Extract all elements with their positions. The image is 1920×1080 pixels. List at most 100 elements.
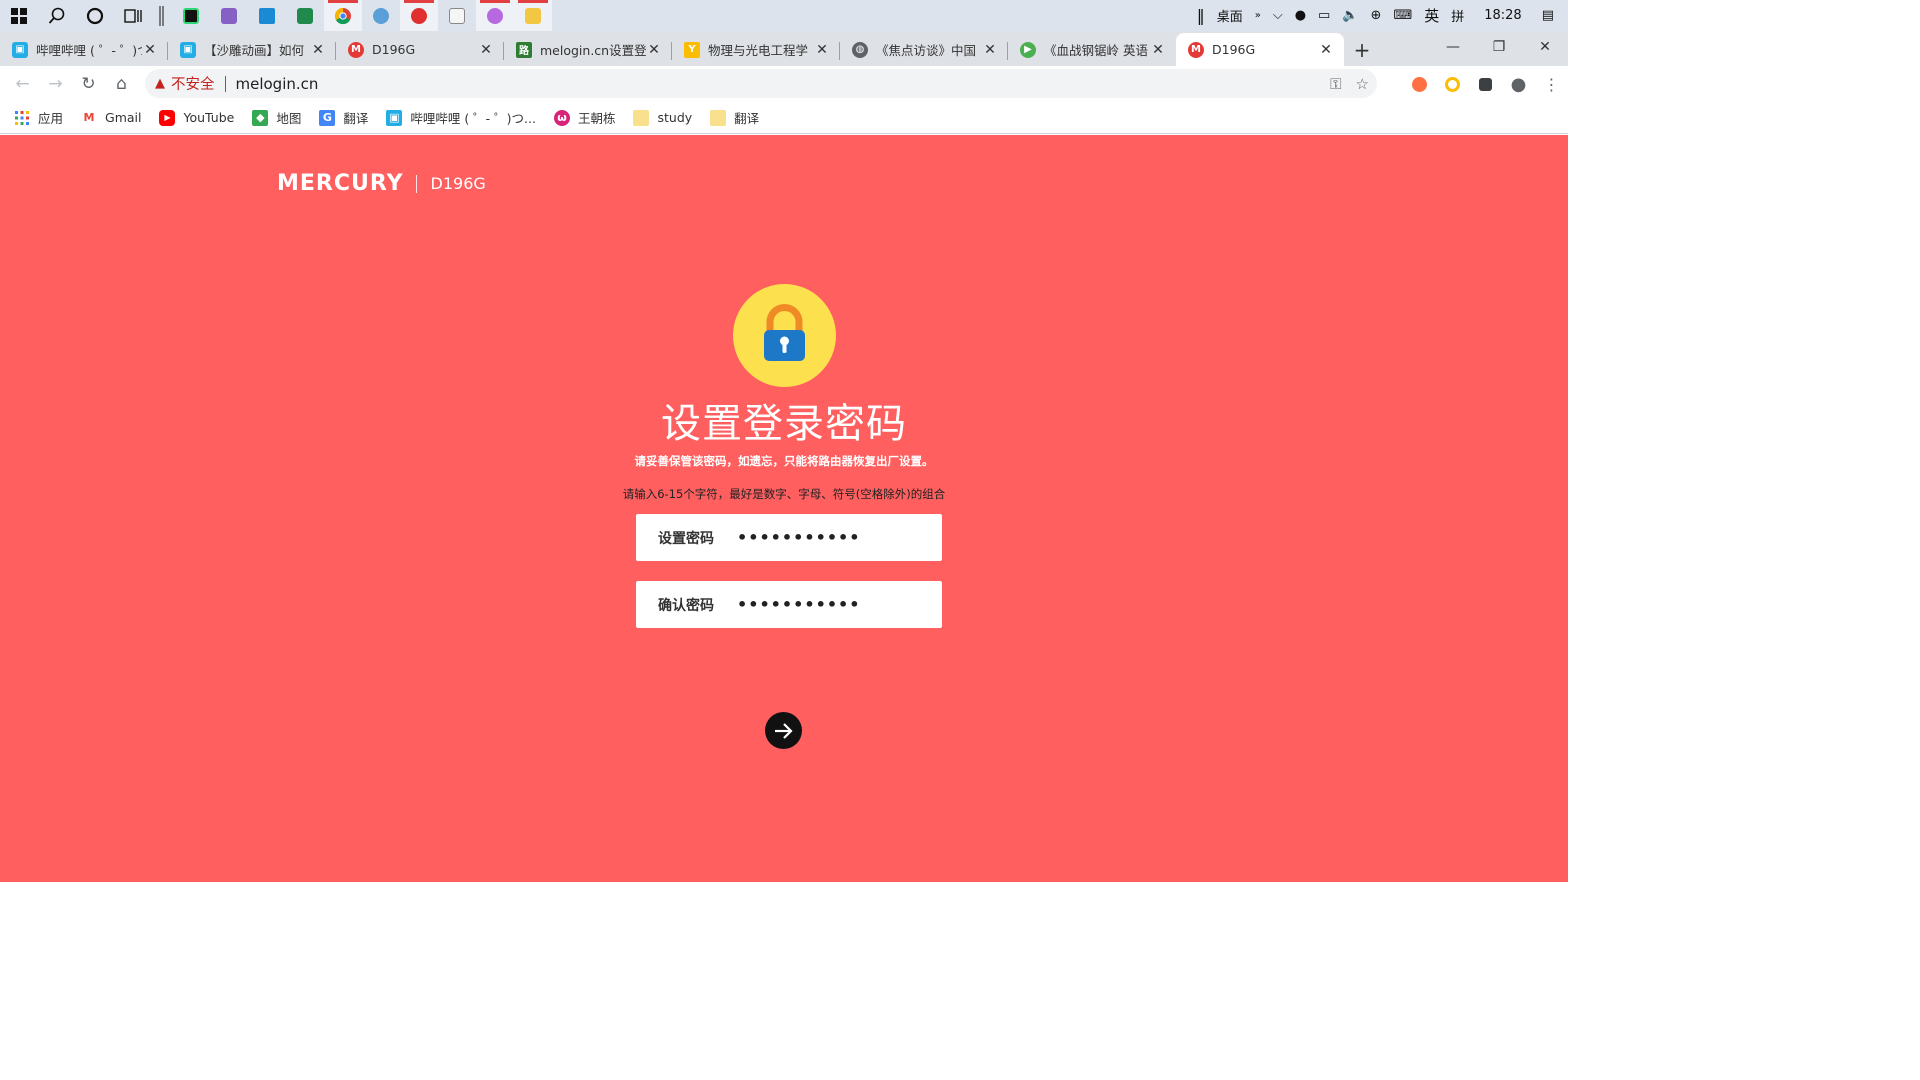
site-favicon-icon: Y: [684, 41, 700, 58]
tab-title: 物理与光电工程学: [708, 43, 809, 58]
qq-icon[interactable]: ●: [1289, 8, 1312, 23]
browser-tab-active[interactable]: M D196G ✕: [1176, 33, 1344, 66]
taskbar-separator-icon: ‖: [1196, 6, 1205, 25]
expand-icon[interactable]: »: [1249, 10, 1267, 21]
close-icon[interactable]: ✕: [478, 42, 494, 58]
router-setup-page: MERCURY D196G 设置登录密码 请妥善保管该密码，如遗忘，只能将路由器…: [0, 135, 1568, 882]
task-view-icon[interactable]: [114, 0, 152, 31]
set-password-field[interactable]: 设置密码 •••••••••••: [636, 514, 942, 561]
battery-icon[interactable]: ▭: [1312, 8, 1336, 23]
browser-tab[interactable]: ▶ 《血战钢锯岭 英语 ✕: [1008, 33, 1176, 66]
url-text[interactable]: melogin.cn: [236, 75, 319, 93]
ime-language[interactable]: 英: [1418, 5, 1445, 26]
bookmark-label: 王朝栋: [577, 111, 616, 126]
set-password-input[interactable]: •••••••••••: [737, 528, 861, 547]
confirm-password-field[interactable]: 确认密码 •••••••••••: [636, 581, 942, 628]
bookmark-folder-translate[interactable]: 翻译: [710, 108, 759, 127]
windows-start-icon[interactable]: [0, 0, 38, 31]
tab-title: 【沙雕动画】如何: [204, 43, 305, 58]
tab-title: 《血战钢锯岭 英语: [1044, 43, 1148, 58]
clock[interactable]: 18:28: [1470, 8, 1535, 23]
extension-infinity-icon[interactable]: [1403, 76, 1436, 92]
pycharm-icon[interactable]: [172, 0, 210, 31]
home-icon[interactable]: ⌂: [105, 68, 138, 100]
extension-chrome-icon[interactable]: [1436, 76, 1469, 92]
cloud-app-icon[interactable]: [362, 0, 400, 31]
close-icon[interactable]: ✕: [142, 42, 158, 58]
cortana-icon[interactable]: [76, 0, 114, 31]
close-icon[interactable]: ✕: [646, 42, 662, 58]
browser-tab[interactable]: ▣ 哔哩哔哩 ( ゜- ゜)つ ✕: [0, 33, 168, 66]
netease-music-icon[interactable]: [400, 0, 438, 31]
close-icon[interactable]: ✕: [310, 42, 326, 58]
volume-icon[interactable]: 🔈: [1336, 8, 1364, 23]
minimize-icon[interactable]: —: [1430, 31, 1476, 62]
bookmark-star-icon[interactable]: ☆: [1356, 75, 1369, 93]
close-icon[interactable]: ✕: [982, 42, 998, 58]
bookmark-label: 地图: [276, 111, 302, 126]
bookmark-label: 哔哩哔哩 ( ゜- ゜)つ...: [410, 111, 536, 126]
extension-x-icon[interactable]: [1469, 77, 1502, 91]
desktop-toolbar-label[interactable]: 桌面: [1211, 6, 1249, 25]
restore-icon[interactable]: ❐: [1476, 31, 1522, 62]
security-label[interactable]: 不安全: [171, 73, 215, 94]
file-explorer-icon[interactable]: [514, 0, 552, 31]
star-app-icon[interactable]: [476, 0, 514, 31]
bookmark-translate[interactable]: G 翻译: [319, 108, 368, 127]
search-icon[interactable]: [38, 0, 76, 31]
bookmarks-bar: 应用 M Gmail ▶ YouTube ◆ 地图 G 翻译 ▣ 哔哩哔哩 ( ゜- ゜)…: [0, 102, 1568, 134]
bookmark-gmail[interactable]: M Gmail: [81, 110, 142, 126]
back-icon[interactable]: ←: [6, 68, 39, 100]
system-tray: ‖ 桌面 » ⌵ ● ▭ 🔈 ⊕ ⌨ 英 拼 18:28 ▤: [1191, 0, 1568, 31]
password-hint: 请输入6-15个字符，最好是数字、字母、符号(空格除外)的组合: [622, 487, 946, 501]
bookmark-bilibili[interactable]: ▣ 哔哩哔哩 ( ゜- ゜)つ...: [386, 108, 536, 127]
close-icon[interactable]: ✕: [814, 42, 830, 58]
mercury-logo: MERCURY: [277, 171, 404, 196]
keyboard-icon[interactable]: ⌨: [1387, 8, 1418, 23]
wps-icon[interactable]: [286, 0, 324, 31]
typora-icon[interactable]: [438, 0, 476, 31]
tab-title: 哔哩哔哩 ( ゜- ゜)つ: [36, 43, 142, 58]
browser-tab[interactable]: ◍ 《焦点访谈》中国 ✕: [840, 33, 1008, 66]
tab-title: D196G: [1212, 42, 1256, 57]
browser-tab[interactable]: M D196G ✕: [336, 33, 504, 66]
forward-icon[interactable]: →: [39, 68, 72, 100]
chrome-icon[interactable]: [324, 0, 362, 31]
chevron-up-icon[interactable]: ⌵: [1267, 8, 1289, 23]
reload-icon[interactable]: ↻: [72, 68, 105, 100]
close-icon[interactable]: ✕: [1318, 42, 1334, 58]
close-icon[interactable]: ✕: [1150, 42, 1166, 58]
router-model: D196G: [430, 174, 486, 193]
ime-mode[interactable]: 拼: [1445, 6, 1470, 25]
visual-studio-icon[interactable]: [210, 0, 248, 31]
browser-tab[interactable]: ▣ 【沙雕动画】如何 ✕: [168, 33, 336, 66]
vscode-icon[interactable]: [248, 0, 286, 31]
page-title: 设置登录密码: [661, 401, 907, 447]
folder-icon: [633, 109, 650, 126]
new-tab-button[interactable]: +: [1344, 33, 1380, 66]
address-bar[interactable]: ▲ 不安全 melogin.cn ⚿ ☆: [145, 69, 1377, 98]
confirm-password-input[interactable]: •••••••••••: [737, 595, 861, 614]
bookmark-maps[interactable]: ◆ 地图: [252, 108, 301, 127]
bilibili-icon: ▣: [180, 41, 196, 58]
site-favicon-icon: 路: [516, 41, 532, 58]
bookmark-profile[interactable]: ω 王朝栋: [553, 108, 616, 127]
bookmark-folder-study[interactable]: study: [633, 109, 692, 126]
close-window-icon[interactable]: ✕: [1522, 31, 1568, 62]
browser-tab[interactable]: Y 物理与光电工程学 ✕: [672, 33, 840, 66]
warning-icon[interactable]: ▲: [155, 76, 165, 91]
profile-avatar-icon[interactable]: ●: [1502, 74, 1535, 95]
tab-strip: ▣ 哔哩哔哩 ( ゜- ゜)つ ✕ ▣ 【沙雕动画】如何 ✕ M D196G ✕ 路 melo…: [0, 31, 1568, 66]
browser-tab[interactable]: 路 melogin.cn设置登 ✕: [504, 33, 672, 66]
tab-title: 《焦点访谈》中国: [876, 43, 977, 58]
password-notice: 请妥善保管该密码，如遗忘，只能将路由器恢复出厂设置。: [634, 454, 934, 468]
bookmark-apps[interactable]: 应用: [14, 108, 63, 127]
next-button[interactable]: [765, 712, 802, 749]
network-globe-icon[interactable]: ⊕: [1365, 8, 1388, 23]
more-menu-icon[interactable]: ⋮: [1535, 75, 1568, 94]
tab-title: melogin.cn设置登: [540, 43, 646, 58]
bookmark-youtube[interactable]: ▶ YouTube: [159, 109, 234, 126]
extensions-area: ● ⋮: [1403, 66, 1568, 102]
password-key-icon[interactable]: ⚿: [1330, 75, 1341, 93]
notification-icon[interactable]: ▤: [1536, 8, 1568, 23]
